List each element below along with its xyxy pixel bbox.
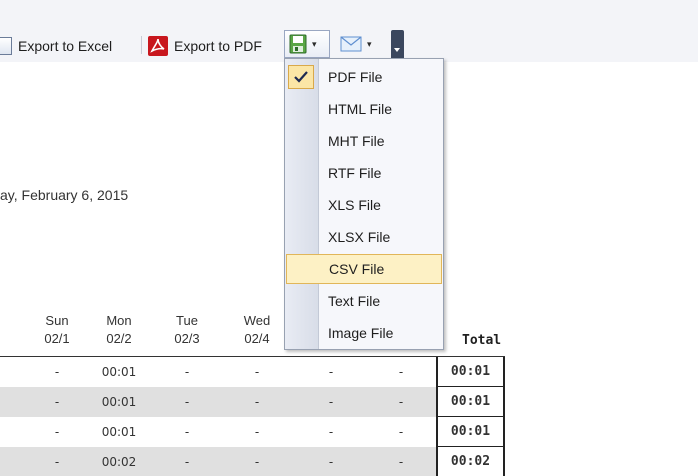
column-header-wed: Wed 02/4 xyxy=(243,313,271,346)
export-to-excel-label: Export to Excel xyxy=(18,38,113,54)
table-cell: - xyxy=(398,365,404,379)
checkmark-icon xyxy=(288,65,314,89)
column-header-mon: Mon 02/2 xyxy=(106,313,132,346)
table-row: - 00:01 - - - - 00:01 xyxy=(0,357,505,387)
total-cell: 00:01 xyxy=(436,357,505,387)
table-cell: - xyxy=(184,365,190,379)
menu-item-pdf-file[interactable]: PDF File xyxy=(286,62,442,92)
export-to-pdf-label: Export to PDF xyxy=(174,38,262,54)
table-cell: 00:02 xyxy=(101,455,137,469)
table-cell: - xyxy=(398,455,404,469)
table-row: - 00:02 - - - - 00:02 xyxy=(0,447,505,476)
table-cell: 00:01 xyxy=(101,425,137,439)
chevron-down-icon: ▾ xyxy=(312,38,317,49)
menu-item-html-file[interactable]: HTML File xyxy=(286,94,442,124)
table-cell: - xyxy=(184,455,190,469)
save-disk-icon xyxy=(289,34,307,54)
menu-item-text-file[interactable]: Text File xyxy=(286,286,442,316)
table-cell: - xyxy=(328,365,334,379)
total-cell: 00:01 xyxy=(436,417,505,447)
menu-item-image-file[interactable]: Image File xyxy=(286,318,442,348)
toolbar-overflow-button[interactable] xyxy=(391,30,404,60)
table-cell: - xyxy=(184,425,190,439)
column-header-sun: Sun 02/1 xyxy=(44,313,70,346)
menu-item-xlsx-file[interactable]: XLSX File xyxy=(286,222,442,252)
menu-item-label: CSV File xyxy=(329,261,385,277)
menu-item-label: RTF File xyxy=(328,165,382,181)
table-cell: - xyxy=(328,455,334,469)
table-cell: - xyxy=(54,425,60,439)
menu-item-label: MHT File xyxy=(328,133,385,149)
menu-item-label: HTML File xyxy=(328,101,393,117)
time-table: - 00:01 - - - - 00:01 - 00:01 - - - - 00… xyxy=(0,356,505,476)
menu-item-label: XLS File xyxy=(328,197,381,213)
table-cell: 00:01 xyxy=(101,395,137,409)
menu-item-label: Text File xyxy=(328,293,381,309)
column-header-total: Total xyxy=(462,333,502,348)
menu-item-xls-file[interactable]: XLS File xyxy=(286,190,442,220)
menu-item-label: XLSX File xyxy=(328,229,391,245)
table-cell: - xyxy=(328,395,334,409)
export-to-pdf-button[interactable]: Export to PDF xyxy=(148,34,262,58)
table-cell: - xyxy=(328,425,334,439)
table-cell: - xyxy=(398,425,404,439)
envelope-icon xyxy=(340,36,362,52)
send-email-dropdown[interactable]: ▾ xyxy=(334,30,386,58)
table-cell: - xyxy=(254,455,260,469)
export-format-menu: PDF File HTML File MHT File RTF File XLS… xyxy=(284,58,444,350)
menu-item-mht-file[interactable]: MHT File xyxy=(286,126,442,156)
total-cell: 00:01 xyxy=(436,387,505,417)
table-row: - 00:01 - - - - 00:01 xyxy=(0,417,505,447)
menu-item-label: PDF File xyxy=(328,69,383,85)
menu-item-rtf-file[interactable]: RTF File xyxy=(286,158,442,188)
export-to-file-dropdown[interactable]: ▾ xyxy=(284,30,330,58)
report-toolbar: Export to Excel Export to PDF ▾ ▾ xyxy=(0,0,698,62)
table-cell: - xyxy=(54,395,60,409)
total-cell: 00:02 xyxy=(436,447,505,476)
table-row: - 00:01 - - - - 00:01 xyxy=(0,387,505,417)
excel-document-icon xyxy=(0,37,12,55)
table-cell: - xyxy=(254,395,260,409)
table-cell: - xyxy=(398,395,404,409)
menu-item-label: Image File xyxy=(328,325,394,341)
table-cell: - xyxy=(54,365,60,379)
table-cell: - xyxy=(54,455,60,469)
chevron-down-icon: ▾ xyxy=(367,38,372,49)
export-to-excel-button[interactable]: Export to Excel xyxy=(0,34,112,58)
column-header-tue: Tue 02/3 xyxy=(174,313,200,346)
pdf-icon xyxy=(148,36,168,56)
report-date: ay, February 6, 2015 xyxy=(0,187,129,203)
toolbar-separator xyxy=(141,36,142,54)
menu-item-csv-file[interactable]: CSV File xyxy=(286,254,442,284)
table-cell: 00:01 xyxy=(101,365,137,379)
table-cell: - xyxy=(184,395,190,409)
table-cell: - xyxy=(254,425,260,439)
table-cell: - xyxy=(254,365,260,379)
